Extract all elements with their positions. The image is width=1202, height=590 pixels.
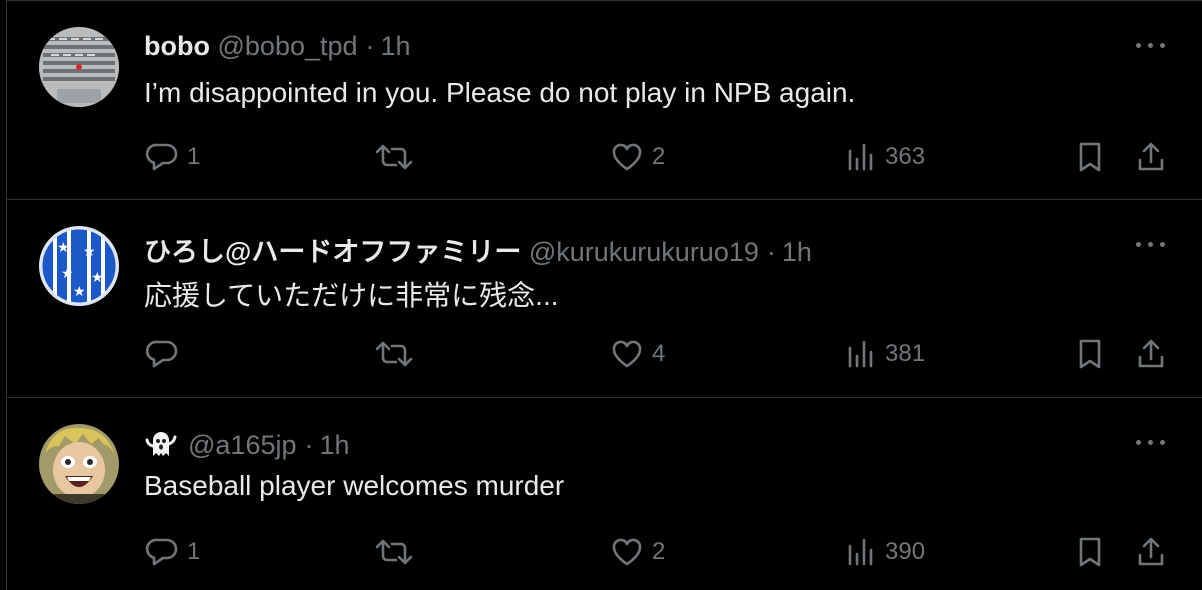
retweet-button[interactable]: [373, 137, 423, 177]
like-button[interactable]: 2: [610, 137, 665, 177]
like-button[interactable]: 4: [610, 334, 665, 374]
retweet-icon: [375, 144, 413, 170]
separator-dot: ·: [365, 31, 375, 61]
ghost-icon: [144, 426, 178, 467]
svg-text:★: ★: [83, 244, 96, 260]
views-icon: [848, 143, 873, 171]
timestamp[interactable]: 1h: [381, 31, 411, 61]
display-name[interactable]: ひろし@ハードオフファミリー: [144, 237, 521, 267]
tweet-text: I’m disappointed in you. Please do not p…: [144, 77, 856, 108]
reply-icon: [145, 340, 178, 368]
user-handle[interactable]: @a165jp: [188, 430, 297, 460]
reply-count: 1: [187, 538, 201, 565]
views-button[interactable]: 363: [845, 137, 925, 177]
reply-button[interactable]: 1: [145, 137, 200, 177]
tweet-header: bobo @bobo_tpd · 1h: [144, 31, 411, 62]
user-handle[interactable]: @bobo_tpd: [218, 31, 358, 61]
retweet-icon: [375, 341, 413, 367]
separator-dot: ·: [304, 430, 314, 460]
more-options-icon[interactable]: [1134, 35, 1168, 55]
svg-text:★: ★: [57, 240, 70, 256]
tweet-header: @a165jp · 1h: [144, 426, 350, 467]
view-count: 381: [885, 340, 926, 367]
bookmark-button[interactable]: [1075, 532, 1105, 572]
svg-text:★: ★: [61, 266, 74, 282]
tweet-header: ひろし@ハードオフファミリー @kurukurukuruo19 · 1h: [144, 230, 812, 269]
more-options-icon[interactable]: [1134, 432, 1168, 452]
separator-dot: ·: [766, 237, 776, 267]
view-count: 363: [885, 143, 926, 170]
tweet-actions: 1 2 363: [7, 137, 1202, 177]
share-icon: [1138, 537, 1164, 566]
heart-icon: [612, 340, 642, 368]
reply-button[interactable]: 1: [145, 532, 200, 572]
reply-feed: bobo @bobo_tpd · 1h I’m disappointed in yo…: [0, 0, 1202, 590]
share-icon: [1138, 142, 1164, 171]
retweet-button[interactable]: [373, 532, 423, 572]
avatar[interactable]: [39, 424, 119, 504]
reply-icon: [145, 538, 178, 566]
more-options-icon[interactable]: [1134, 234, 1168, 254]
views-icon: [848, 538, 873, 566]
views-button[interactable]: 381: [845, 334, 925, 374]
like-count: 2: [652, 143, 666, 170]
tweet-text: Baseball player welcomes murder: [144, 470, 565, 501]
svg-text:★: ★: [73, 284, 86, 300]
share-button[interactable]: [1135, 137, 1167, 177]
reply-button[interactable]: [145, 334, 187, 374]
tweet-actions: 4 381: [7, 334, 1202, 374]
display-name[interactable]: bobo: [144, 31, 210, 61]
timestamp[interactable]: 1h: [782, 237, 812, 267]
like-count: 2: [652, 538, 666, 565]
like-button[interactable]: 2: [610, 532, 665, 572]
timestamp[interactable]: 1h: [320, 430, 350, 460]
views-icon: [848, 340, 873, 368]
views-button[interactable]: 390: [845, 532, 925, 572]
avatar[interactable]: ★ ★ ★ ★ ★: [39, 226, 119, 306]
tweet-text: 応援していただけに非常に残念...: [144, 280, 559, 311]
like-count: 4: [652, 340, 666, 367]
view-count: 390: [885, 538, 926, 565]
bookmark-button[interactable]: [1075, 334, 1105, 374]
avatar[interactable]: [39, 27, 119, 107]
user-handle[interactable]: @kurukurukuruo19: [529, 237, 759, 267]
tweet[interactable]: @a165jp · 1h Baseball player welcomes murd…: [6, 398, 1202, 590]
tweet-actions: 1 2 390: [7, 532, 1202, 572]
tweet[interactable]: bobo @bobo_tpd · 1h I’m disappointed in yo…: [6, 0, 1202, 200]
bookmark-button[interactable]: [1075, 137, 1105, 177]
bookmark-icon: [1079, 339, 1101, 369]
heart-icon: [612, 143, 642, 171]
retweet-icon: [375, 539, 413, 565]
reply-icon: [145, 143, 178, 171]
heart-icon: [612, 538, 642, 566]
retweet-button[interactable]: [373, 334, 423, 374]
svg-text:★: ★: [91, 270, 104, 286]
share-button[interactable]: [1135, 532, 1167, 572]
tweet[interactable]: ★ ★ ★ ★ ★ ひろし@ハードオフファミリー @kurukurukuruo19 ·…: [6, 200, 1202, 398]
reply-count: 1: [187, 143, 201, 170]
bookmark-icon: [1079, 537, 1101, 567]
bookmark-icon: [1079, 142, 1101, 172]
share-button[interactable]: [1135, 334, 1167, 374]
share-icon: [1138, 339, 1164, 368]
